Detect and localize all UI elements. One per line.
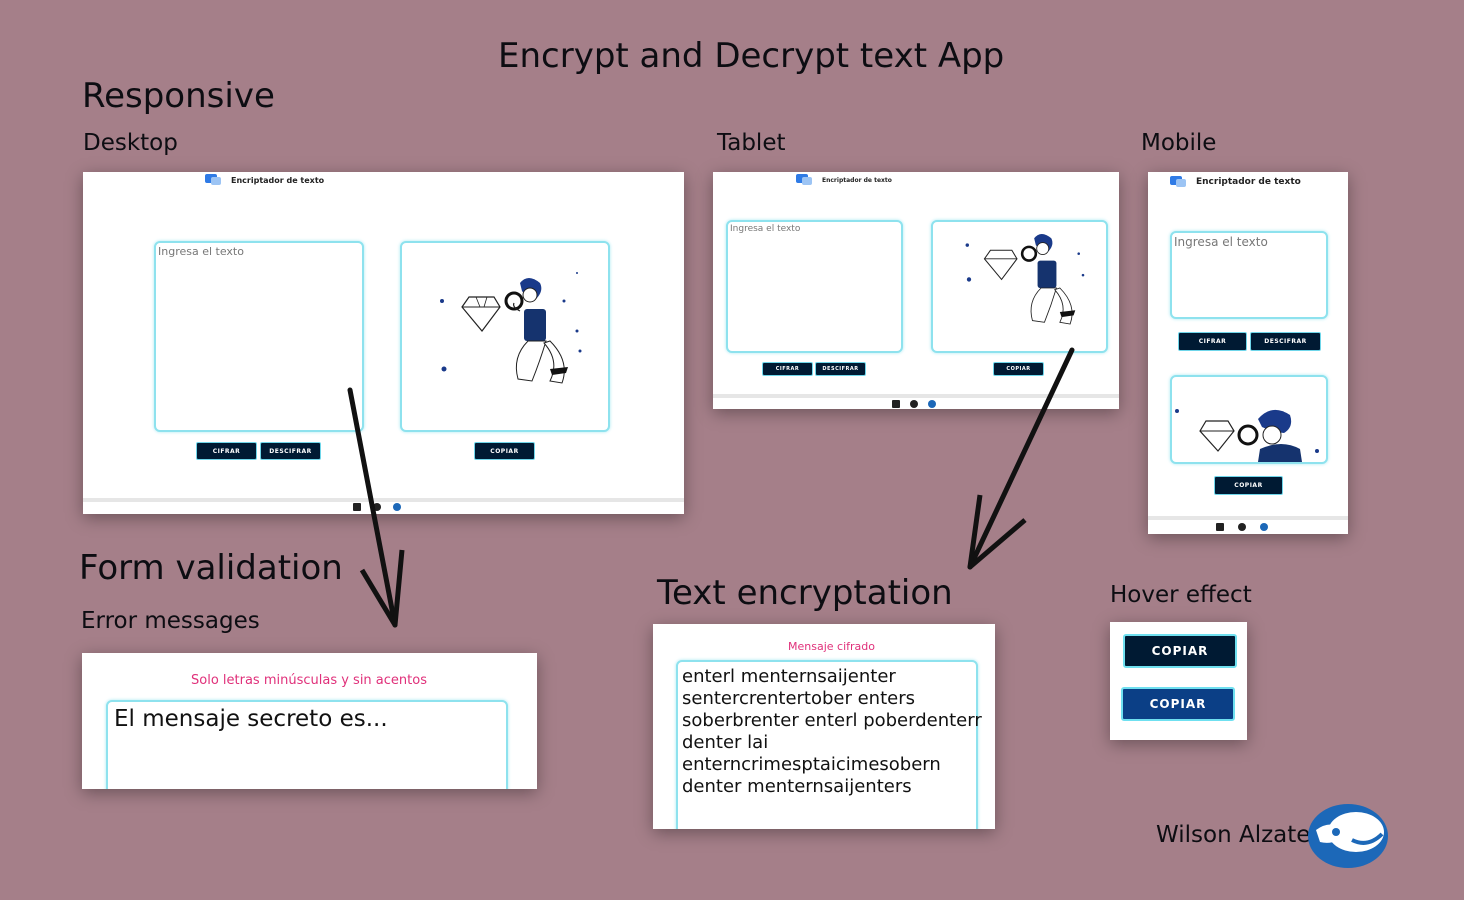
desktop-heading: Desktop	[83, 130, 178, 156]
brand-logo-icon	[1170, 176, 1186, 188]
copy-button-normal[interactable]: COPIAR	[1123, 634, 1237, 668]
linkedin-icon[interactable]	[892, 400, 900, 408]
output-panel	[1170, 375, 1328, 464]
decrypt-button[interactable]: DESCIFRAR	[1250, 332, 1321, 351]
logo-icon[interactable]	[928, 400, 936, 408]
github-icon[interactable]	[910, 400, 918, 408]
copy-button-hover[interactable]: COPIAR	[1121, 687, 1235, 721]
encrypt-button[interactable]: CIFRAR	[1178, 332, 1247, 351]
author-name: Wilson Alzate	[1156, 822, 1311, 848]
input-textarea[interactable]: Ingresa el texto	[1170, 231, 1328, 319]
encrypted-label: Mensaje cifrado	[788, 640, 875, 653]
input-placeholder: Ingresa el texto	[1174, 235, 1268, 249]
footer	[892, 400, 936, 408]
decrypt-button[interactable]: DESCIFRAR	[815, 362, 866, 376]
decrypt-button[interactable]: DESCIFRAR	[260, 442, 321, 460]
brand: Encriptador de texto	[205, 174, 324, 186]
input-textarea[interactable]: Ingresa el texto	[726, 220, 903, 353]
input-textarea[interactable]: Ingresa el texto	[154, 241, 364, 432]
tablet-heading: Tablet	[717, 130, 786, 156]
form-validation-heading: Form validation	[79, 548, 343, 588]
validation-preview: Solo letras minúsculas y sin acentos El …	[82, 653, 537, 789]
brand-name: Encriptador de texto	[231, 175, 325, 185]
error-messages-heading: Error messages	[81, 608, 260, 634]
author-logo-icon	[1308, 804, 1388, 868]
footer-divider	[1148, 516, 1348, 520]
brand-name: Encriptador de texto	[822, 176, 892, 184]
linkedin-icon[interactable]	[1216, 523, 1224, 531]
error-message: Solo letras minúsculas y sin acentos	[191, 673, 427, 688]
copy-button[interactable]: COPIAR	[1214, 476, 1283, 495]
hover-preview: COPIAR COPIAR	[1110, 622, 1247, 740]
input-placeholder: Ingresa el texto	[158, 245, 244, 258]
detective-illustration	[965, 234, 1085, 325]
encrypted-text: enterl menternsaijenter sentercrentertob…	[682, 666, 982, 798]
output-textarea[interactable]: enterl menternsaijenter sentercrentertob…	[676, 660, 982, 829]
brand-name: Encriptador de texto	[1196, 177, 1301, 187]
input-placeholder: Ingresa el texto	[730, 224, 801, 234]
encrypt-button[interactable]: CIFRAR	[762, 362, 813, 376]
arrow-to-encryption	[967, 347, 1075, 570]
encrypted-line: soberbrenter enterl poberdenterr	[682, 710, 982, 731]
footer	[1216, 523, 1268, 531]
input-textarea[interactable]: El mensaje secreto es...	[106, 700, 508, 789]
encrypt-button[interactable]: CIFRAR	[196, 442, 257, 460]
encryption-preview: Mensaje cifrado enterl menternsaijenter …	[653, 624, 995, 829]
github-icon[interactable]	[1238, 523, 1246, 531]
copy-button[interactable]: COPIAR	[474, 442, 535, 460]
arrow-to-validation	[347, 387, 405, 628]
encrypted-line: denter menternsaijenters	[682, 776, 912, 797]
hover-effect-heading: Hover effect	[1110, 582, 1252, 608]
responsive-heading: Responsive	[82, 76, 275, 116]
output-panel	[400, 241, 610, 432]
logo-icon[interactable]	[1260, 523, 1268, 531]
input-value: El mensaje secreto es...	[114, 706, 388, 732]
brand: Encriptador de texto	[1170, 176, 1301, 188]
detective-illustration	[1175, 409, 1319, 462]
page-title: Encrypt and Decrypt text App	[498, 36, 1005, 76]
output-panel	[931, 220, 1108, 353]
detective-illustration	[440, 272, 582, 384]
brand-logo-icon	[205, 174, 221, 186]
brand: Encriptador de texto	[796, 174, 892, 186]
text-encryption-heading: Text encryptation	[657, 573, 953, 613]
brand-logo-icon	[796, 174, 812, 186]
mobile-preview: Encriptador de texto Ingresa el texto CI…	[1148, 172, 1348, 534]
encrypted-line: sentercrentertober enters	[682, 688, 915, 709]
encrypted-line: enterncrimesptaicimesobern	[682, 754, 941, 775]
encrypted-line: enterl menternsaijenter	[682, 666, 896, 687]
encrypted-line: denter lai	[682, 732, 769, 753]
mobile-heading: Mobile	[1141, 130, 1217, 156]
